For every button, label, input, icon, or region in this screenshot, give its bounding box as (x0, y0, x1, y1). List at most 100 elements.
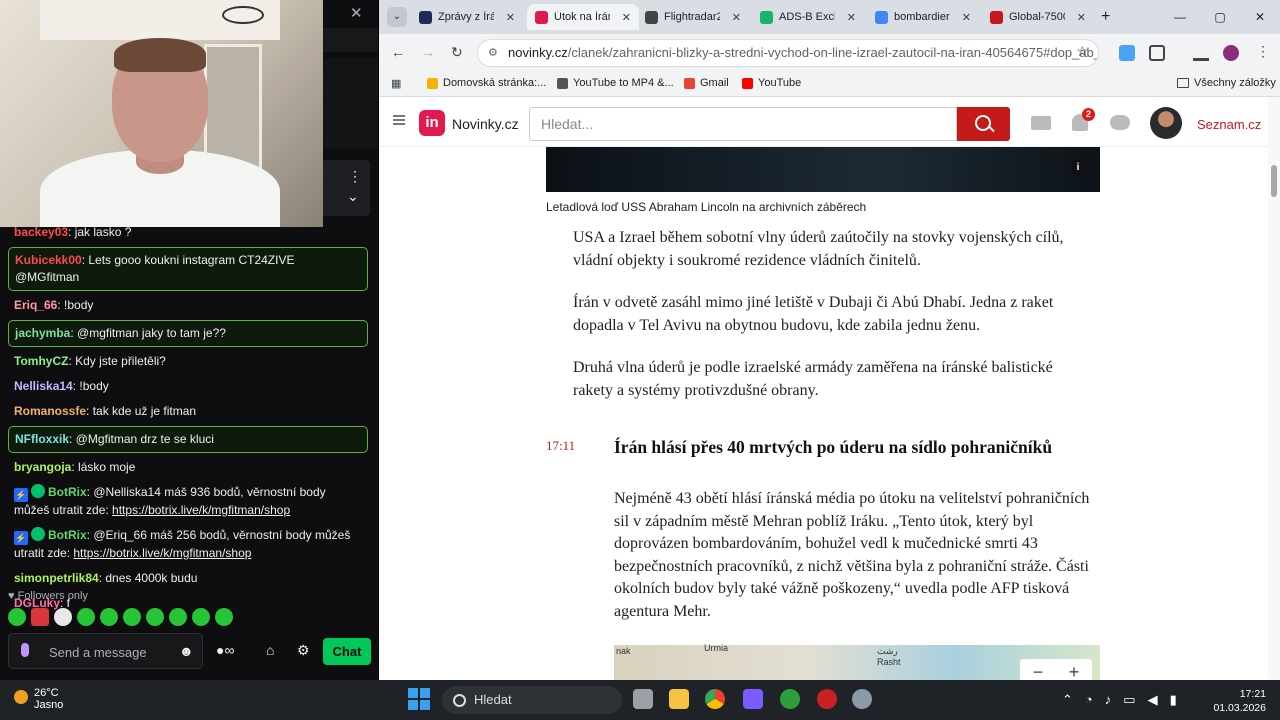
browser-tab[interactable]: Flightradar2 ✕ (637, 4, 749, 30)
tray-app-icon[interactable]: ◔ (1085, 692, 1093, 708)
search-button[interactable] (957, 107, 1010, 141)
network-icon[interactable]: ▭ (1123, 692, 1135, 708)
emote[interactable] (100, 608, 118, 626)
chat-username[interactable]: Romanossfe (14, 404, 86, 418)
tab-close-icon[interactable]: ✕ (506, 11, 515, 24)
all-bookmarks-folder[interactable]: Všechny záložky (1177, 77, 1276, 89)
chat-username[interactable]: simonpetrlik84 (14, 571, 99, 585)
close-window-icon[interactable]: ✕ (1240, 0, 1280, 34)
new-tab-button[interactable]: + (1101, 8, 1110, 26)
announcement-collapse-icon[interactable]: ⌄ (347, 188, 359, 205)
address-bar[interactable]: ⚙ novinky.cz/clanek/zahranicni-blizky-a-… (477, 39, 1099, 67)
tray-mic-icon[interactable]: ♪ (1105, 692, 1112, 708)
app-icon[interactable] (743, 689, 763, 709)
emote[interactable] (192, 608, 210, 626)
emote[interactable] (54, 608, 72, 626)
extensions-puzzle-icon[interactable] (1149, 45, 1165, 61)
bookmark-item[interactable]: YouTube (742, 77, 801, 89)
reload-icon[interactable]: ↻ (451, 44, 463, 61)
site-info-icon[interactable]: ⚙ (488, 40, 498, 66)
volume-icon[interactable]: ◀ (1148, 692, 1158, 708)
apps-grid-icon[interactable]: ▦ (391, 77, 401, 90)
tab-close-icon[interactable]: ✕ (962, 11, 971, 24)
xbox-icon[interactable] (780, 689, 800, 709)
chat-message-input[interactable] (49, 642, 169, 662)
file-explorer-icon[interactable] (669, 689, 689, 709)
bookmark-item[interactable]: Gmail (684, 77, 729, 89)
tab-close-icon[interactable]: ✕ (847, 11, 856, 24)
browser-tab[interactable]: Útok na Írán ✕ (527, 4, 639, 30)
weather-widget[interactable]: 26°C Jasno (14, 687, 63, 711)
browser-menu-icon[interactable]: ⋮ (1256, 43, 1270, 60)
tab-search-icon[interactable]: ⌄ (387, 7, 407, 27)
scrollbar-thumb[interactable] (1271, 165, 1277, 197)
browser-tab[interactable]: Global-7500 ✕ (982, 4, 1094, 30)
chat-username[interactable]: Kubicekk00 (15, 253, 82, 267)
store-icon[interactable]: ⌂ (266, 642, 274, 658)
settings-gear-icon[interactable]: ⚙ (297, 642, 310, 659)
back-icon[interactable]: ← (391, 44, 405, 60)
tab-close-icon[interactable]: ✕ (1077, 11, 1086, 24)
maximize-icon[interactable]: ▢ (1200, 0, 1240, 34)
taskbar-search[interactable]: Hledat (442, 686, 622, 714)
emote[interactable] (215, 608, 233, 626)
chat-username[interactable]: BotRix (48, 528, 87, 542)
verified-badge-icon[interactable] (31, 484, 45, 498)
verified-badge-icon[interactable] (31, 527, 45, 541)
bot-badge-icon[interactable]: ⚡ (14, 531, 28, 545)
task-view-icon[interactable] (633, 689, 653, 709)
chat-username[interactable]: jachymba (15, 326, 70, 340)
seznam-link[interactable]: Seznam.cz (1197, 117, 1261, 132)
novinky-logo[interactable]: in (419, 110, 445, 136)
emoji-icon[interactable]: ☻ (179, 643, 194, 659)
site-brand-name[interactable]: Novinky.cz (452, 116, 519, 132)
tray-chevron-icon[interactable]: ⌃ (1062, 692, 1073, 708)
chat-send-button[interactable]: Chat (323, 638, 371, 665)
tab-close-icon[interactable]: ✕ (732, 11, 741, 24)
emote[interactable] (146, 608, 164, 626)
battery-icon[interactable]: ▮ (1170, 692, 1177, 708)
points-icon[interactable]: ●∞ (216, 642, 234, 658)
profile-avatar[interactable] (1223, 45, 1239, 61)
minimize-icon[interactable]: — (1160, 0, 1200, 34)
chat-username[interactable]: bryangoja (14, 460, 71, 474)
bookmark-item[interactable]: YouTube to MP4 &... (557, 77, 674, 89)
chat-bubble-icon[interactable] (1110, 115, 1130, 130)
emote[interactable] (169, 608, 187, 626)
close-icon[interactable]: ✕ (350, 4, 363, 22)
chat-username[interactable]: TomhyCZ (14, 354, 68, 368)
info-icon[interactable]: i (1070, 160, 1086, 176)
bookmark-star-icon[interactable]: ☆ (1076, 43, 1089, 60)
chrome-icon[interactable] (705, 689, 725, 709)
clock[interactable]: 17:21 01.03.2026 (1212, 687, 1266, 715)
site-search-input[interactable]: Hledat... (529, 107, 957, 141)
browser-tab[interactable]: ADS-B Exch ✕ (752, 4, 864, 30)
user-avatar[interactable] (1150, 107, 1182, 139)
app-icon[interactable] (817, 689, 837, 709)
emote[interactable] (123, 608, 141, 626)
browser-tab[interactable]: Zprávy z Írán ✕ (411, 4, 523, 30)
start-button[interactable] (408, 688, 430, 710)
chat-link[interactable]: https://botrix.live/k/mgfitman/shop (112, 503, 290, 517)
emote[interactable] (77, 608, 95, 626)
mail-icon[interactable] (1031, 116, 1051, 130)
announcement-menu-icon[interactable]: ⋮ (348, 168, 362, 185)
browser-tab[interactable]: bombardier ✕ (867, 4, 979, 30)
chat-username[interactable]: backey03 (14, 225, 68, 239)
chat-username[interactable]: Nelliska14 (14, 379, 73, 393)
emote[interactable] (8, 608, 26, 626)
chat-username[interactable]: NFfloxxik (15, 432, 69, 446)
zoom-out-button[interactable]: − (1033, 662, 1044, 681)
chat-username[interactable]: BotRix (48, 485, 87, 499)
emote[interactable] (31, 608, 49, 626)
forward-icon[interactable]: → (421, 44, 435, 60)
settings-icon[interactable] (852, 689, 872, 709)
downloads-icon[interactable] (1193, 45, 1209, 61)
microphone-icon[interactable] (21, 643, 29, 657)
chat-username[interactable]: Eriq_66 (14, 298, 57, 312)
map-embed[interactable]: nak Urmia رشت Rasht − + (614, 643, 1100, 681)
tab-close-icon[interactable]: ✕ (622, 11, 631, 24)
bot-badge-icon[interactable]: ⚡ (14, 488, 28, 502)
chat-link[interactable]: https://botrix.live/k/mgfitman/shop (73, 546, 251, 560)
hamburger-menu-icon[interactable] (393, 115, 405, 125)
